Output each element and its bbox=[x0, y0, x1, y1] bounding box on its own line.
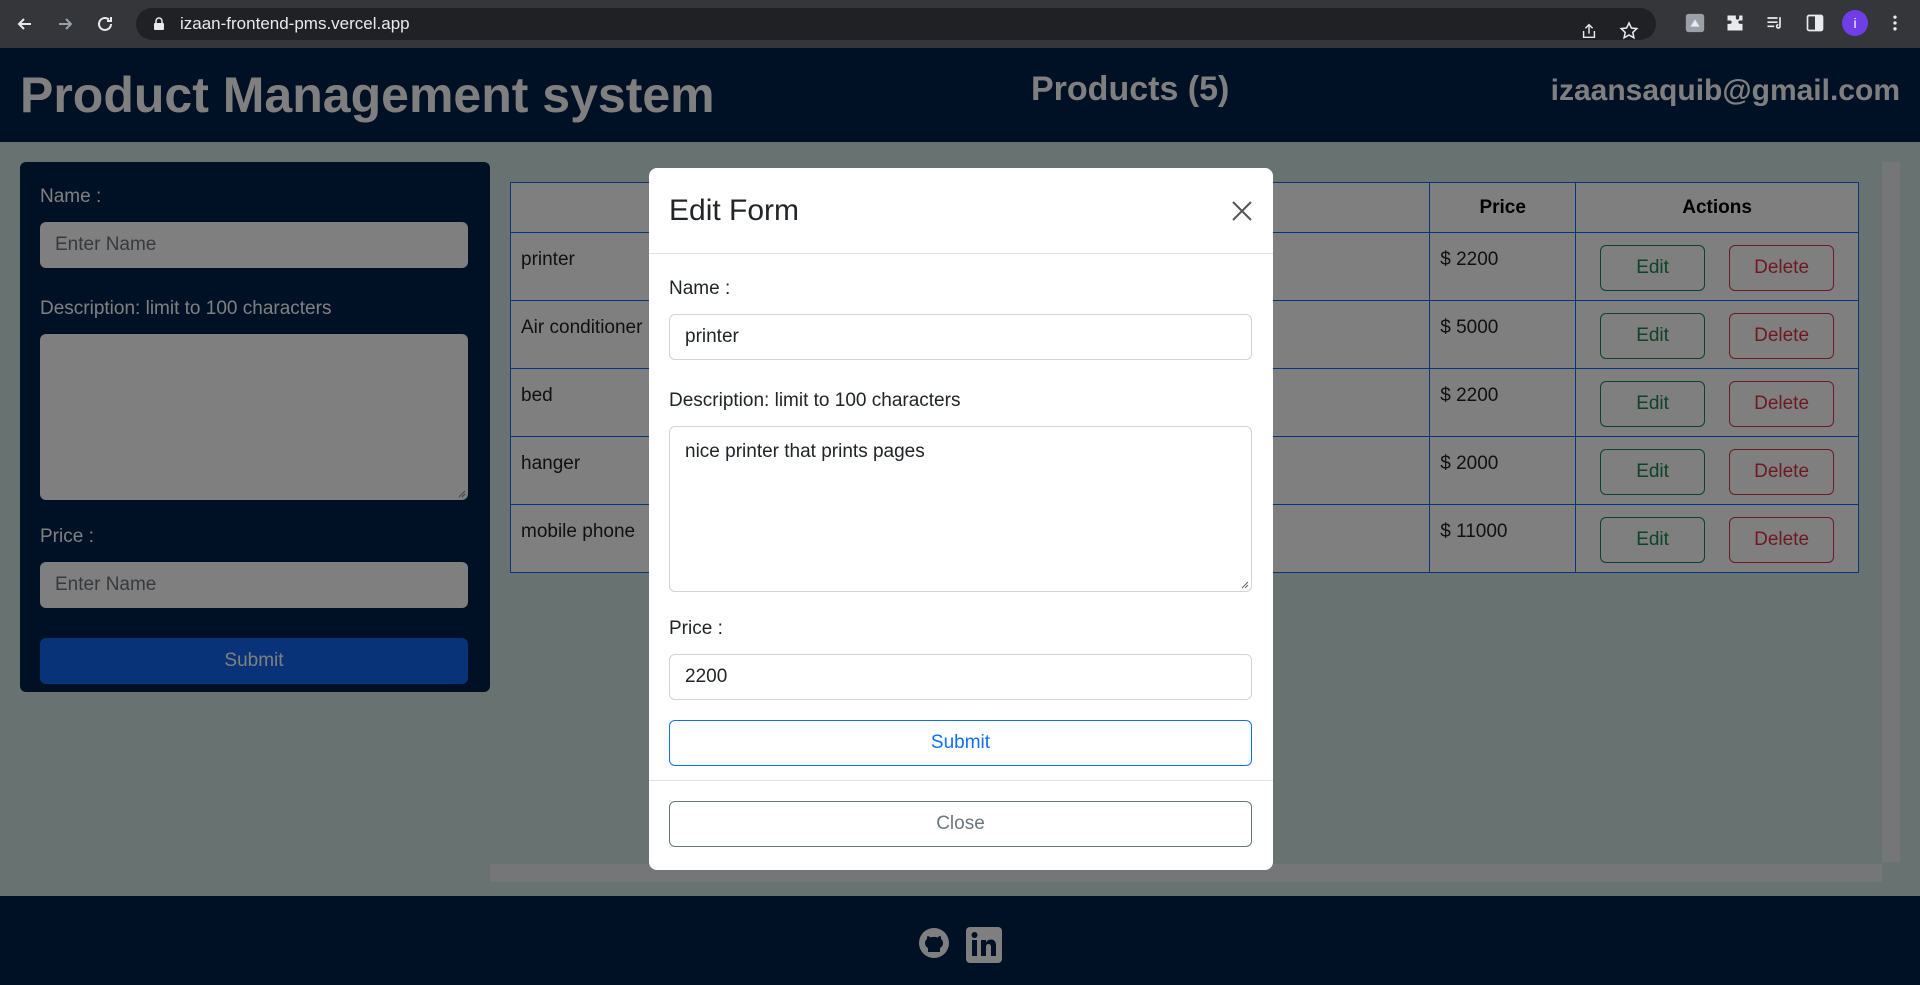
extension-app-icon bbox=[1685, 13, 1705, 33]
close-button[interactable]: Close bbox=[669, 801, 1252, 847]
star-icon bbox=[1619, 21, 1639, 40]
edit-price-label: Price : bbox=[669, 618, 723, 639]
side-panel-icon bbox=[1806, 14, 1824, 32]
edit-form-modal: Edit Form Name : printer Description: li… bbox=[649, 168, 1273, 870]
edit-price-input[interactable]: 2200 bbox=[669, 654, 1252, 700]
modal-header: Edit Form bbox=[649, 168, 1273, 254]
media-list-icon bbox=[1767, 17, 1781, 29]
resize-handle-icon[interactable] bbox=[1239, 579, 1249, 589]
lock-icon bbox=[154, 17, 164, 30]
reading-list-button[interactable] bbox=[1762, 10, 1788, 36]
arrow-left-icon bbox=[17, 18, 31, 30]
reload-icon bbox=[98, 16, 112, 31]
forward-button[interactable] bbox=[50, 9, 80, 39]
reload-button[interactable] bbox=[90, 9, 120, 39]
close-icon[interactable] bbox=[1229, 198, 1255, 224]
modal-title: Edit Form bbox=[669, 193, 800, 227]
edit-name-label: Name : bbox=[669, 278, 731, 299]
edit-description-label: Description: limit to 100 characters bbox=[669, 390, 961, 411]
edit-description-textarea[interactable]: nice printer that prints pages bbox=[669, 426, 1252, 592]
browser-menu-button[interactable] bbox=[1882, 10, 1908, 36]
modal-body: Name : printer Description: limit to 100… bbox=[649, 254, 1273, 790]
arrow-right-icon bbox=[59, 18, 73, 30]
edit-submit-button[interactable]: Submit bbox=[669, 720, 1252, 766]
profile-avatar[interactable]: i bbox=[1842, 10, 1868, 36]
modal-footer: Close bbox=[649, 780, 1273, 867]
bookmark-button[interactable] bbox=[1618, 20, 1640, 42]
share-icon bbox=[1582, 23, 1596, 39]
share-button[interactable] bbox=[1578, 20, 1600, 42]
edit-name-value: printer bbox=[685, 326, 739, 347]
extension-button[interactable] bbox=[1682, 10, 1708, 36]
url-text: izaan-frontend-pms.vercel.app bbox=[180, 14, 410, 33]
browser-toolbar: izaan-frontend-pms.vercel.app i bbox=[0, 0, 1920, 48]
edit-price-value: 2200 bbox=[685, 666, 728, 687]
side-panel-button[interactable] bbox=[1802, 10, 1828, 36]
address-bar[interactable]: izaan-frontend-pms.vercel.app bbox=[136, 8, 1656, 40]
extensions-menu-button[interactable] bbox=[1722, 10, 1748, 36]
puzzle-icon bbox=[1727, 15, 1743, 31]
back-button[interactable] bbox=[10, 9, 40, 39]
edit-description-value: nice printer that prints pages bbox=[685, 441, 925, 462]
edit-name-input[interactable]: printer bbox=[669, 314, 1252, 360]
kebab-menu-icon bbox=[1893, 15, 1897, 31]
